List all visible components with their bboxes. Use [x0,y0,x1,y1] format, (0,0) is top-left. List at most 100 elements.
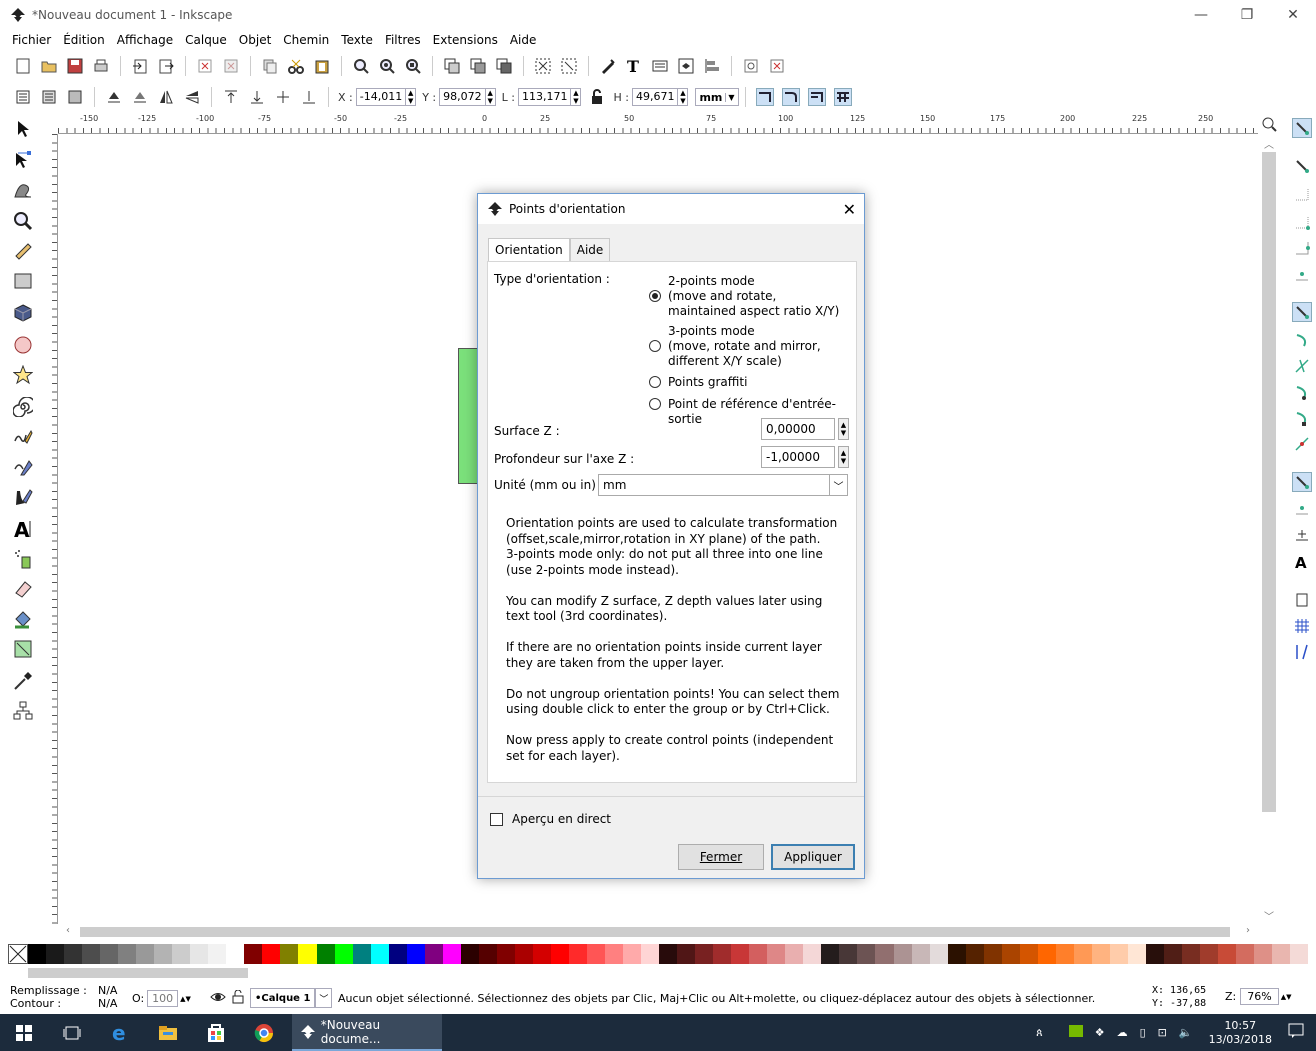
calligraphy-tool-icon[interactable] [10,484,36,510]
move-gradients-icon[interactable] [807,88,826,106]
save-icon[interactable] [66,57,84,75]
taskbar-inkscape-app[interactable]: *Nouveau docume... [292,1014,442,1051]
color-swatch[interactable] [64,944,83,964]
color-swatch[interactable] [316,944,335,964]
color-swatch[interactable] [929,944,948,964]
pencil-tool-icon[interactable] [10,424,36,450]
minimize-button[interactable]: — [1178,0,1224,30]
color-swatch[interactable] [767,944,786,964]
close-icon[interactable]: ✕ [843,200,856,219]
snap-smooth-nodes-icon[interactable] [1292,408,1312,428]
scroll-left-icon[interactable]: ‹ [66,925,70,936]
color-swatch[interactable] [1055,944,1074,964]
undo-icon[interactable] [196,57,214,75]
color-swatch[interactable] [568,944,587,964]
node-tool-icon[interactable] [10,146,36,172]
bucket-tool-icon[interactable] [10,606,36,632]
3d-box-tool-icon[interactable] [10,300,36,326]
chevron-down-icon[interactable]: ﹀ [315,988,333,1008]
color-swatch[interactable] [1109,944,1128,964]
rotate-ccw-icon[interactable] [105,88,123,106]
color-swatch[interactable] [334,944,353,964]
color-swatch[interactable] [298,944,317,964]
palette-scrollbar[interactable] [8,966,1308,980]
flip-vertical-icon[interactable] [183,88,201,106]
snap-guides-icon[interactable] [1292,642,1312,662]
snap-object-center-icon[interactable] [1292,498,1312,518]
opacity-spin-arrows[interactable]: ▲▼ [180,995,191,1003]
notifications-icon[interactable] [1288,1023,1304,1042]
raise-to-top-icon[interactable] [222,88,240,106]
color-swatch[interactable] [713,944,732,964]
print-icon[interactable] [92,57,110,75]
color-swatch[interactable] [947,944,966,964]
zoom-input[interactable]: 76% [1240,988,1279,1005]
color-swatch[interactable] [586,944,605,964]
document-properties-icon[interactable] [768,57,786,75]
color-swatch[interactable] [839,944,858,964]
color-swatch[interactable] [695,944,714,964]
menu-aide[interactable]: Aide [510,33,537,47]
snap-bbox-edge-icon[interactable] [1292,184,1312,204]
scale-stroke-icon[interactable] [755,88,774,106]
depth-z-input[interactable]: -1,00000 [761,446,835,468]
height-spin-arrows[interactable]: ▲ ▼ [678,88,689,106]
chevron-down-icon[interactable]: ﹀ [829,475,847,495]
objects-icon[interactable] [677,57,695,75]
color-swatch[interactable] [28,944,47,964]
close-button[interactable]: Fermer [678,844,764,870]
color-swatch[interactable] [172,944,191,964]
lower-icon[interactable] [274,88,292,106]
scale-corners-icon[interactable] [781,88,800,106]
color-swatch[interactable] [1200,944,1219,964]
move-patterns-icon[interactable] [833,88,852,106]
width-spin-arrows[interactable]: ▲ ▼ [571,88,582,106]
horizontal-scrollbar[interactable]: ‹ › [58,924,1278,940]
color-swatch[interactable] [226,944,245,964]
current-layer-select[interactable]: •Calque 1 [250,988,316,1008]
close-window-button[interactable]: ✕ [1270,0,1316,30]
zoom-page-icon[interactable] [404,57,422,75]
palette-scroll-thumb[interactable] [28,968,248,978]
radio-2-points-mode[interactable] [649,290,661,302]
vertical-scrollbar[interactable]: ︿ ﹀ [1258,134,1280,934]
clone-icon[interactable] [469,57,487,75]
snap-line-midpoints-icon[interactable] [1292,434,1312,454]
maximize-button[interactable]: ❐ [1224,0,1270,30]
x-input[interactable]: -14,011 [355,88,407,106]
system-clock[interactable]: 10:57 13/03/2018 [1209,1019,1272,1047]
color-swatch[interactable] [406,944,425,964]
zoom-corner-icon[interactable] [1258,114,1280,134]
color-swatch[interactable] [136,944,155,964]
color-swatch[interactable] [532,944,551,964]
stroke-value[interactable]: N/A [98,997,117,1010]
snap-bbox-corner-icon[interactable] [1292,212,1312,232]
eye-icon[interactable] [210,990,226,1007]
color-swatch[interactable] [100,944,119,964]
color-swatch[interactable] [1236,944,1255,964]
scroll-up-icon[interactable]: ︿ [1264,136,1274,151]
height-input[interactable]: 49,671 [631,88,679,106]
surface-z-input[interactable]: 0,00000 [761,418,835,440]
lower-to-bottom-icon[interactable] [300,88,318,106]
y-spin-arrows[interactable]: ▲ ▼ [485,88,496,106]
unit-select[interactable]: mm ▼ [695,88,739,106]
width-input[interactable]: 113,171 [517,88,572,106]
color-swatch[interactable] [46,944,65,964]
tab-aide[interactable]: Aide [569,238,611,262]
live-preview-checkbox[interactable] [490,813,503,826]
snap-nodes-icon[interactable] [1292,302,1312,322]
spiral-tool-icon[interactable] [10,394,36,420]
color-swatch[interactable] [893,944,912,964]
ungroup-icon[interactable] [560,57,578,75]
menu-filtres[interactable]: Filtres [385,33,421,47]
color-swatch[interactable] [208,944,227,964]
color-swatch[interactable] [424,944,443,964]
color-swatch[interactable] [605,944,624,964]
color-swatch[interactable] [749,944,768,964]
select-all-icon[interactable] [14,88,32,106]
color-swatch[interactable] [983,944,1002,964]
open-folder-icon[interactable] [40,57,58,75]
color-swatch[interactable] [911,944,930,964]
measure-tool-icon[interactable] [10,238,36,264]
